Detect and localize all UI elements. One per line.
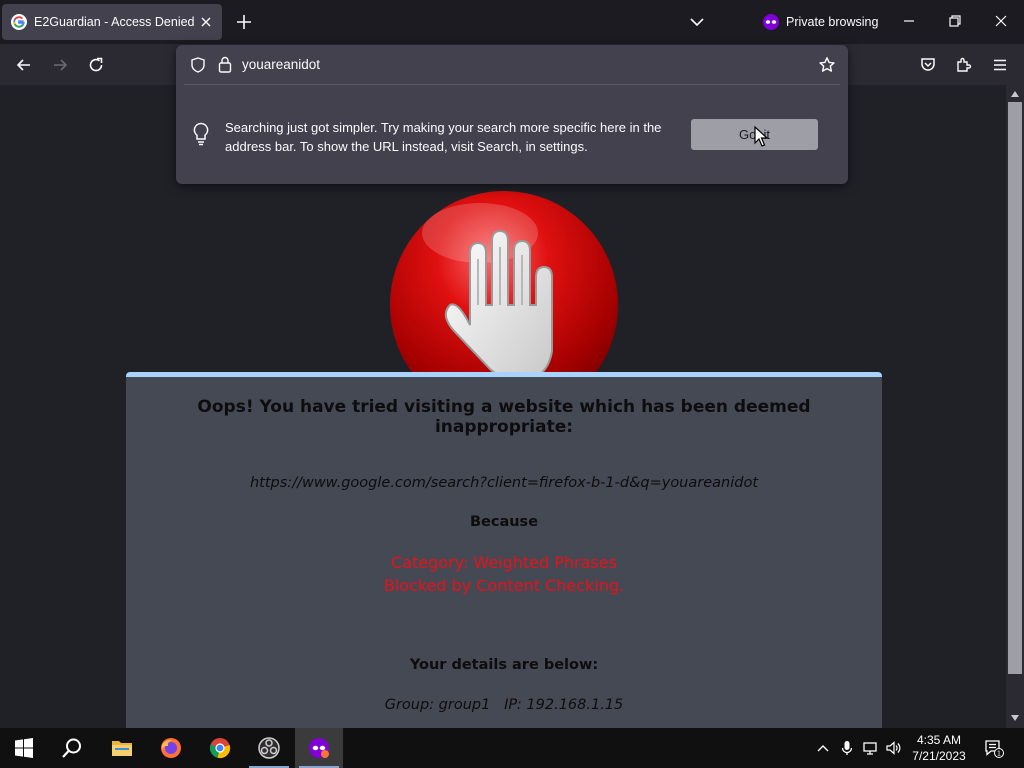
address-bar-popup: youareanidot Searching just got simpler.… — [176, 45, 848, 184]
tab-strip: E2Guardian - Access Denied Private brows… — [0, 0, 1024, 44]
taskbar-chrome[interactable] — [196, 728, 244, 768]
close-window-icon[interactable] — [992, 12, 1010, 30]
folder-icon — [112, 741, 132, 756]
taskbar-firefox[interactable] — [147, 728, 195, 768]
taskbar-file-explorer[interactable] — [98, 728, 146, 768]
minimize-window-icon[interactable] — [900, 12, 918, 30]
obs-studio-icon — [258, 737, 280, 759]
address-bar[interactable]: youareanidot — [176, 45, 848, 85]
lock-icon[interactable] — [218, 56, 232, 73]
blocked-notice-card: Oops! You have tried visiting a website … — [126, 372, 882, 728]
block-reason: Blocked by Content Checking. — [383, 576, 625, 595]
firefox-private-icon — [309, 738, 329, 758]
scroll-down-arrow-icon[interactable] — [1011, 715, 1019, 721]
list-all-tabs-chevron-icon[interactable] — [688, 13, 706, 31]
bookmark-star-icon[interactable] — [818, 56, 836, 74]
address-bar-input[interactable]: youareanidot — [242, 57, 320, 72]
mouse-cursor-icon — [754, 126, 768, 147]
notification-count: 1 — [997, 750, 1001, 757]
pocket-icon[interactable] — [919, 56, 937, 74]
tab-title: E2Guardian - Access Denied — [34, 15, 195, 29]
tab-e2guardian[interactable]: E2Guardian - Access Denied — [2, 4, 222, 40]
close-tab-icon[interactable] — [198, 14, 214, 30]
search-tip-text: Searching just got simpler. Try making y… — [225, 120, 662, 154]
block-category: Category: Weighted Phrases — [391, 553, 617, 572]
restore-window-icon[interactable] — [946, 12, 964, 30]
windows-logo-icon — [15, 738, 33, 758]
taskbar-obs-studio[interactable] — [245, 728, 293, 768]
lightbulb-icon — [193, 122, 209, 146]
show-hidden-icons-chevron-icon[interactable] — [815, 740, 831, 756]
search-icon — [62, 738, 81, 758]
extensions-puzzle-icon[interactable] — [955, 56, 973, 74]
blocked-heading: Oops! You have tried visiting a website … — [197, 397, 811, 437]
app-menu-hamburger-icon[interactable] — [991, 56, 1009, 74]
vertical-scrollbar[interactable] — [1006, 85, 1024, 728]
scroll-up-arrow-icon[interactable] — [1011, 91, 1019, 97]
new-tab-plus-icon[interactable] — [234, 12, 254, 32]
network-icon[interactable] — [862, 740, 878, 756]
clock-date: 7/21/2023 — [912, 749, 966, 763]
taskbar-search-button[interactable] — [48, 728, 96, 768]
start-button[interactable] — [0, 728, 48, 768]
clock-time: 4:35 AM — [916, 733, 962, 747]
windows-taskbar: 4:35 AM 7/21/2023 1 — [0, 728, 1024, 768]
microphone-icon[interactable] — [839, 740, 855, 756]
blocked-url: https://www.google.com/search?client=fir… — [249, 475, 759, 491]
scrollbar-thumb[interactable] — [1008, 102, 1022, 674]
notification-center-icon[interactable]: 1 — [984, 738, 1004, 758]
taskbar-firefox-private[interactable] — [295, 728, 343, 768]
system-clock[interactable]: 4:35 AM 7/21/2023 — [906, 732, 972, 764]
chrome-icon — [209, 738, 231, 759]
private-browsing-label: Private browsing — [786, 15, 879, 29]
tracking-protection-shield-icon[interactable] — [190, 57, 206, 73]
firefox-icon — [161, 738, 181, 758]
user-details: Group: group1 IP: 192.168.1.15 — [384, 697, 624, 713]
popup-divider — [184, 84, 840, 85]
forward-arrow-icon[interactable] — [51, 56, 69, 74]
google-favicon-icon — [11, 14, 27, 30]
private-mask-icon — [763, 14, 779, 30]
details-heading: Your details are below: — [409, 657, 599, 673]
back-arrow-icon[interactable] — [15, 56, 33, 74]
volume-icon[interactable] — [885, 740, 901, 756]
because-label: Because — [469, 514, 539, 530]
reload-icon[interactable] — [87, 56, 105, 74]
